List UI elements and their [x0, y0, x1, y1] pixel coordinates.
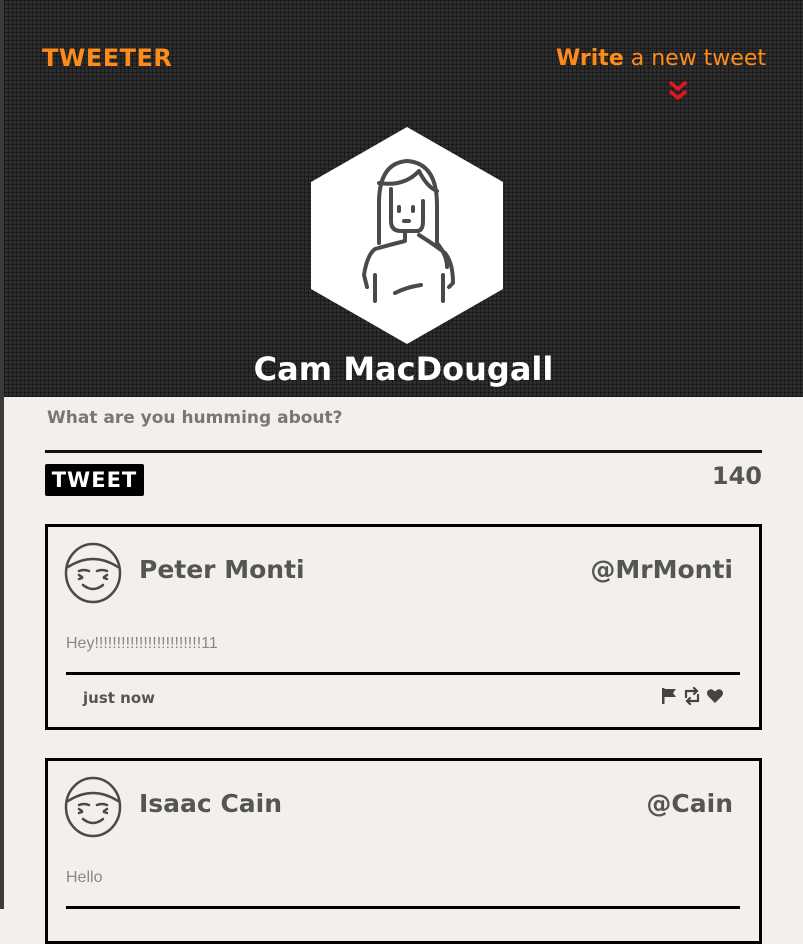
brand-logo[interactable]: TWEETER	[42, 44, 172, 72]
double-chevron-down-icon[interactable]	[668, 80, 688, 102]
user-face-icon	[64, 542, 122, 604]
tweet-card: Peter Monti @MrMonti Hey!!!!!!!!!!!!!!!!…	[45, 524, 762, 730]
heart-icon[interactable]	[706, 687, 724, 705]
write-tweet-link[interactable]: Write a new tweet	[556, 46, 766, 71]
tweet-text: Hello	[66, 869, 103, 886]
retweet-icon[interactable]	[682, 687, 702, 705]
tweet-card: Isaac Cain @Cain Hello	[45, 758, 762, 944]
flag-icon[interactable]	[660, 687, 678, 705]
profile-avatar	[311, 127, 503, 344]
profile-name: Cam MacDougall	[253, 350, 554, 388]
write-label-bold: Write	[556, 46, 624, 71]
tweet-author-name[interactable]: Isaac Cain	[139, 789, 282, 818]
tweet-author-handle[interactable]: @Cain	[646, 789, 733, 818]
tweet-compose-input[interactable]: What are you humming about?	[47, 408, 343, 428]
tweet-author-name[interactable]: Peter Monti	[139, 555, 305, 584]
tweet-text: Hey!!!!!!!!!!!!!!!!!!!!!!!!11	[66, 635, 218, 652]
tweet-author-handle[interactable]: @MrMonti	[590, 555, 733, 584]
tweet-divider	[66, 672, 740, 675]
user-face-icon	[64, 776, 122, 838]
tweet-button[interactable]: TWEET	[45, 464, 144, 496]
profile-header: TWEETER Write a new tweet Cam MacDougall	[4, 0, 803, 397]
compose-divider	[45, 450, 762, 453]
tweet-timestamp: just now	[83, 689, 155, 707]
tweet-actions	[660, 687, 724, 705]
character-counter: 140	[711, 462, 762, 490]
write-label-rest: a new tweet	[623, 46, 766, 71]
